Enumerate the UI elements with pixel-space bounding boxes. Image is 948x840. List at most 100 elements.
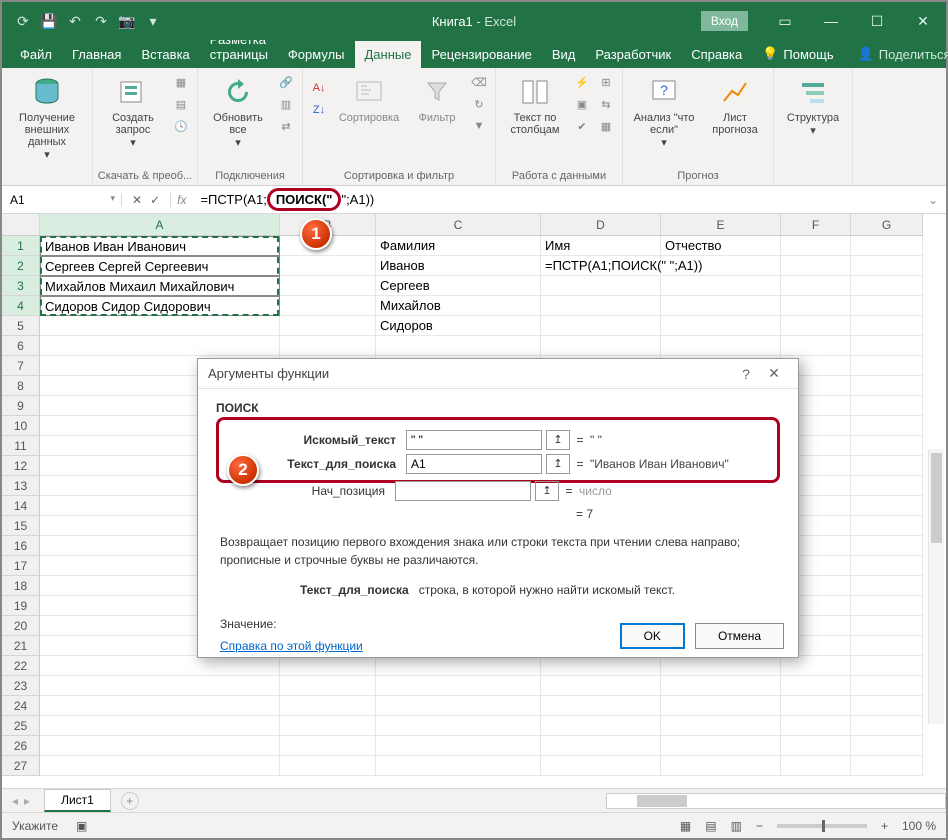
cell[interactable] bbox=[280, 296, 376, 316]
arg2-input[interactable] bbox=[406, 454, 542, 474]
cell[interactable] bbox=[851, 656, 923, 676]
cell[interactable] bbox=[280, 256, 376, 276]
name-box[interactable]: A1 bbox=[2, 193, 122, 207]
row-header[interactable]: 18 bbox=[2, 576, 40, 596]
remove-dup-button[interactable]: ▣ bbox=[572, 94, 592, 114]
cell[interactable] bbox=[40, 336, 280, 356]
arg2-ref-picker[interactable]: ↥ bbox=[546, 454, 570, 474]
cell[interactable] bbox=[661, 756, 781, 776]
cell[interactable] bbox=[280, 716, 376, 736]
cell[interactable] bbox=[40, 676, 280, 696]
sort-button[interactable]: Сортировка bbox=[333, 72, 405, 124]
arg3-input[interactable] bbox=[395, 481, 531, 501]
arg1-input[interactable] bbox=[406, 430, 542, 450]
cell[interactable] bbox=[851, 616, 923, 636]
cell[interactable] bbox=[781, 696, 851, 716]
what-if-button[interactable]: ? Анализ "что если"▾ bbox=[629, 72, 699, 149]
camera-icon[interactable]: 📷 bbox=[118, 12, 136, 30]
cell[interactable] bbox=[280, 276, 376, 296]
row-header[interactable]: 9 bbox=[2, 396, 40, 416]
cell[interactable] bbox=[541, 756, 661, 776]
fx-icon[interactable]: fx bbox=[170, 193, 192, 207]
cell[interactable] bbox=[851, 716, 923, 736]
cell[interactable] bbox=[781, 736, 851, 756]
cell[interactable] bbox=[541, 696, 661, 716]
formula-bar[interactable]: =ПСТР(A1;ПОИСК("";A1)) bbox=[192, 188, 919, 211]
cell[interactable]: Отчество bbox=[661, 236, 781, 256]
advanced-button[interactable]: ▼ bbox=[469, 116, 489, 136]
cell[interactable] bbox=[280, 696, 376, 716]
cell[interactable] bbox=[851, 676, 923, 696]
filter-button[interactable]: Фильтр bbox=[409, 72, 465, 124]
cell[interactable] bbox=[851, 436, 923, 456]
cell[interactable] bbox=[280, 736, 376, 756]
cell[interactable]: Михайлов Михаил Михайлович bbox=[40, 276, 280, 296]
cell[interactable] bbox=[376, 736, 541, 756]
cell[interactable]: Имя bbox=[541, 236, 661, 256]
text-to-columns-button[interactable]: Текст по столбцам bbox=[502, 72, 568, 136]
cell[interactable] bbox=[781, 296, 851, 316]
cell[interactable] bbox=[851, 256, 923, 276]
cell[interactable] bbox=[781, 276, 851, 296]
cell[interactable] bbox=[781, 676, 851, 696]
cell[interactable] bbox=[851, 496, 923, 516]
add-sheet-button[interactable]: + bbox=[121, 792, 139, 810]
zoom-slider[interactable] bbox=[777, 824, 867, 828]
cell[interactable] bbox=[851, 456, 923, 476]
cell[interactable] bbox=[781, 316, 851, 336]
cell[interactable] bbox=[661, 736, 781, 756]
cell[interactable] bbox=[851, 516, 923, 536]
row-header[interactable]: 2 bbox=[2, 256, 40, 276]
dialog-close-icon[interactable]: ✕ bbox=[760, 365, 788, 382]
cell[interactable] bbox=[376, 676, 541, 696]
recent-sources-button[interactable]: 🕓 bbox=[171, 116, 191, 136]
cell[interactable] bbox=[851, 476, 923, 496]
sheet-nav-prev-icon[interactable]: ◂ bbox=[12, 794, 18, 808]
row-header[interactable]: 7 bbox=[2, 356, 40, 376]
cell[interactable] bbox=[40, 316, 280, 336]
row-header[interactable]: 20 bbox=[2, 616, 40, 636]
cell[interactable] bbox=[541, 736, 661, 756]
cell[interactable] bbox=[541, 336, 661, 356]
column-header[interactable]: A bbox=[40, 214, 280, 236]
outline-button[interactable]: Структура▾ bbox=[780, 72, 846, 137]
cell[interactable] bbox=[280, 336, 376, 356]
maximize-icon[interactable]: ☐ bbox=[854, 2, 900, 40]
cell[interactable]: Иванов bbox=[376, 256, 541, 276]
cell[interactable] bbox=[541, 276, 661, 296]
cell[interactable] bbox=[541, 316, 661, 336]
row-header[interactable]: 1 bbox=[2, 236, 40, 256]
cell[interactable] bbox=[851, 276, 923, 296]
cell[interactable] bbox=[376, 756, 541, 776]
column-header[interactable]: G bbox=[851, 214, 923, 236]
accept-formula-icon[interactable]: ✓ bbox=[150, 193, 160, 207]
cell[interactable] bbox=[541, 296, 661, 316]
cell[interactable] bbox=[851, 536, 923, 556]
save-icon[interactable]: 💾 bbox=[40, 12, 58, 30]
flash-fill-button[interactable]: ⚡ bbox=[572, 72, 592, 92]
zoom-out-icon[interactable]: − bbox=[756, 819, 763, 833]
cell[interactable] bbox=[851, 756, 923, 776]
cell[interactable]: Фамилия bbox=[376, 236, 541, 256]
view-pagebreak-icon[interactable]: ▥ bbox=[731, 819, 742, 833]
row-header[interactable]: 3 bbox=[2, 276, 40, 296]
row-header[interactable]: 21 bbox=[2, 636, 40, 656]
row-header[interactable]: 19 bbox=[2, 596, 40, 616]
cell[interactable] bbox=[280, 316, 376, 336]
cell[interactable] bbox=[781, 336, 851, 356]
zoom-in-icon[interactable]: + bbox=[881, 819, 888, 833]
help-link[interactable]: Справка по этой функции bbox=[220, 639, 363, 653]
view-normal-icon[interactable]: ▦ bbox=[680, 819, 691, 833]
data-validation-button[interactable]: ✔ bbox=[572, 116, 592, 136]
cell[interactable] bbox=[851, 696, 923, 716]
zoom-level[interactable]: 100 % bbox=[902, 819, 936, 833]
sheet-nav-next-icon[interactable]: ▸ bbox=[24, 794, 30, 808]
row-header[interactable]: 24 bbox=[2, 696, 40, 716]
cell[interactable] bbox=[661, 716, 781, 736]
cell[interactable]: Сергеев bbox=[376, 276, 541, 296]
help-icon[interactable]: ? bbox=[732, 366, 760, 382]
cell[interactable] bbox=[661, 296, 781, 316]
tab-insert[interactable]: Вставка bbox=[131, 41, 199, 68]
cell[interactable] bbox=[40, 716, 280, 736]
login-button[interactable]: Вход bbox=[701, 11, 748, 31]
